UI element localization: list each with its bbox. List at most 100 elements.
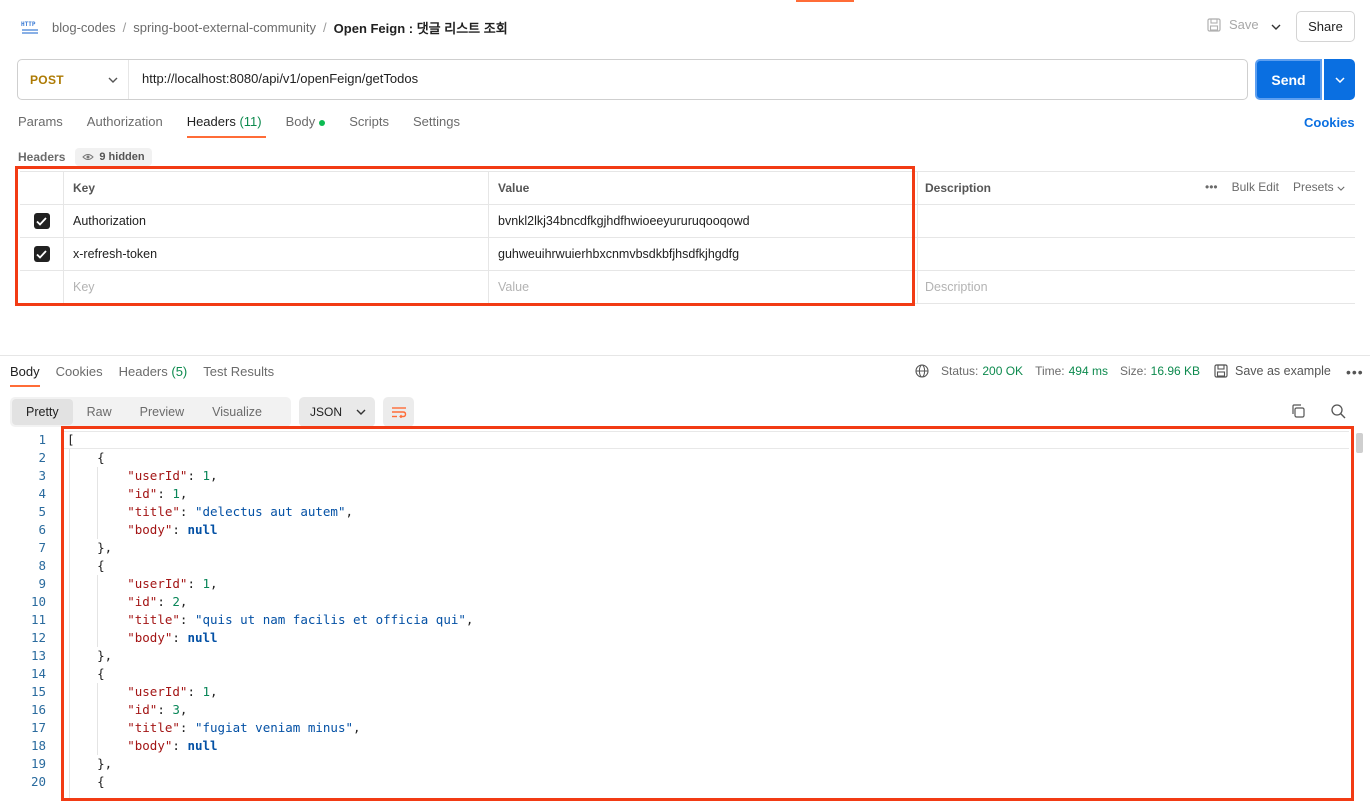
breadcrumb-collection[interactable]: spring-boot-external-community — [133, 20, 316, 35]
code-text: { — [67, 450, 105, 465]
presets-dropdown[interactable]: Presets — [1293, 180, 1345, 194]
format-select[interactable]: JSON — [299, 397, 375, 427]
line-number: 12 — [30, 630, 46, 645]
code-text: "body": null — [127, 522, 218, 537]
code-text: "title": "fugiat veniam minus", — [127, 720, 361, 735]
header-description-cell[interactable] — [917, 205, 1355, 237]
breadcrumb-workspace[interactable]: blog-codes — [52, 20, 116, 35]
row-checkbox[interactable] — [20, 205, 63, 237]
new-value-input[interactable]: Value — [488, 271, 917, 303]
code-line: 11 "title": "quis ut nam facilis et offi… — [0, 611, 1355, 629]
tab-label: Settings — [412, 114, 460, 129]
line-number: 20 — [30, 774, 46, 789]
request-name[interactable]: Open Feign : 댓글 리스트 조회 — [334, 18, 508, 37]
response-tab-cookies[interactable]: Cookies — [56, 364, 103, 387]
tab-settings[interactable]: Settings — [413, 114, 460, 138]
hidden-headers-toggle[interactable]: 9 hidden — [75, 148, 152, 166]
code-text: "body": null — [127, 738, 218, 753]
response-tab-headers[interactable]: Headers (5) — [119, 364, 188, 387]
tab-label: Headers — [118, 364, 168, 379]
save-button[interactable]: Save — [1207, 17, 1259, 32]
code-line: 15 "userId": 1, — [0, 683, 1355, 701]
send-options-chevron-icon[interactable] — [1324, 59, 1355, 100]
time-value[interactable]: 494 ms — [1069, 364, 1108, 378]
new-key-input[interactable]: Key — [63, 271, 488, 303]
view-visualize[interactable]: Visualize — [198, 399, 276, 425]
code-line: 14 { — [0, 665, 1355, 683]
size-label: Size: — [1119, 364, 1147, 378]
header-key-cell[interactable]: Authorization — [63, 205, 488, 237]
tab-body[interactable]: Body — [286, 114, 326, 138]
description-header-label: Description — [925, 181, 992, 195]
headers-count: (11) — [239, 114, 262, 129]
body-indicator-dot — [319, 119, 326, 126]
code-text: "userId": 1, — [127, 576, 218, 591]
code-line: 6 "body": null — [0, 521, 1355, 539]
header-key-cell[interactable]: x-refresh-token — [63, 238, 488, 270]
response-body-editor[interactable]: 1[2 {3 "userId": 1, 4 "id": 1, 5 "title": … — [0, 431, 1355, 801]
code-line: 18 "body": null — [0, 737, 1355, 755]
save-options-chevron-icon[interactable] — [1266, 17, 1286, 37]
view-mode-tabs: Pretty Raw Preview Visualize — [10, 397, 291, 427]
code-line: 13 }, — [0, 647, 1355, 665]
code-text: }, — [67, 648, 113, 663]
code-text: "title": "quis ut nam facilis et officia… — [127, 612, 474, 627]
code-text: { — [67, 774, 105, 789]
checkbox-column-header — [20, 172, 63, 204]
send-button[interactable]: Send — [1255, 59, 1322, 100]
cookies-link[interactable]: Cookies — [1304, 115, 1355, 130]
pane-divider[interactable] — [0, 355, 1370, 356]
line-number: 4 — [38, 486, 46, 501]
response-tab-test-results[interactable]: Test Results — [203, 364, 274, 387]
save-as-example-label: Save as example — [1235, 364, 1331, 378]
line-number: 6 — [38, 522, 46, 537]
view-preview[interactable]: Preview — [126, 399, 198, 425]
line-number: 3 — [38, 468, 46, 483]
svg-text:HTTP: HTTP — [21, 21, 36, 28]
eye-icon — [82, 154, 95, 160]
status-value[interactable]: 200 OK — [982, 364, 1023, 378]
view-raw[interactable]: Raw — [73, 399, 126, 425]
search-icon[interactable] — [1330, 403, 1346, 419]
code-text: "title": "delectus aut autem", — [127, 504, 354, 519]
line-number: 1 — [38, 432, 46, 447]
size-value[interactable]: 16.96 KB — [1151, 364, 1200, 378]
save-as-example-button[interactable]: Save as example — [1214, 364, 1331, 378]
response-tab-body[interactable]: Body — [10, 364, 40, 387]
code-text: "body": null — [127, 630, 218, 645]
copy-icon[interactable] — [1290, 403, 1306, 419]
wrap-lines-button[interactable] — [383, 397, 414, 427]
code-line: 17 "title": "fugiat veniam minus", — [0, 719, 1355, 737]
header-description-cell[interactable] — [917, 238, 1355, 270]
row-checkbox[interactable] — [20, 238, 63, 270]
line-number: 14 — [30, 666, 46, 681]
tab-scripts[interactable]: Scripts — [349, 114, 389, 138]
tab-params[interactable]: Params — [18, 114, 63, 138]
line-number: 5 — [38, 504, 46, 519]
save-icon — [1214, 364, 1228, 378]
breadcrumb-separator: / — [122, 20, 127, 35]
bulk-edit-button[interactable]: Bulk Edit — [1232, 180, 1279, 194]
share-button[interactable]: Share — [1296, 11, 1355, 42]
code-line: 3 "userId": 1, — [0, 467, 1355, 485]
more-options-icon[interactable]: ••• — [1346, 364, 1364, 380]
header-value-cell[interactable]: guhweuihrwuierhbxcnmvbsdkbfjhsdfkjhgdfg — [488, 238, 917, 270]
code-text: }, — [67, 540, 113, 555]
new-description-input[interactable]: Description — [917, 271, 1355, 303]
more-options-icon[interactable]: ••• — [1205, 180, 1218, 194]
header-value-cell[interactable]: bvnkl2lkj34bncdfkgjhdfhwioeeyururuqooqow… — [488, 205, 917, 237]
editor-scrollbar[interactable] — [1356, 433, 1363, 453]
tab-label: Params — [18, 114, 63, 129]
method-select[interactable]: POST — [18, 60, 129, 99]
globe-icon[interactable] — [915, 364, 929, 378]
http-request-icon: HTTP — [21, 21, 38, 34]
url-bar: POST — [17, 59, 1248, 100]
tab-headers[interactable]: Headers (11) — [186, 114, 266, 138]
active-tab-indicator — [796, 0, 854, 2]
tab-authorization[interactable]: Authorization — [87, 114, 163, 138]
chevron-down-icon — [356, 409, 366, 415]
response-headers-count: (5) — [171, 364, 188, 379]
view-pretty[interactable]: Pretty — [12, 399, 73, 425]
url-input[interactable] — [142, 71, 1042, 86]
code-line: 8 { — [0, 557, 1355, 575]
